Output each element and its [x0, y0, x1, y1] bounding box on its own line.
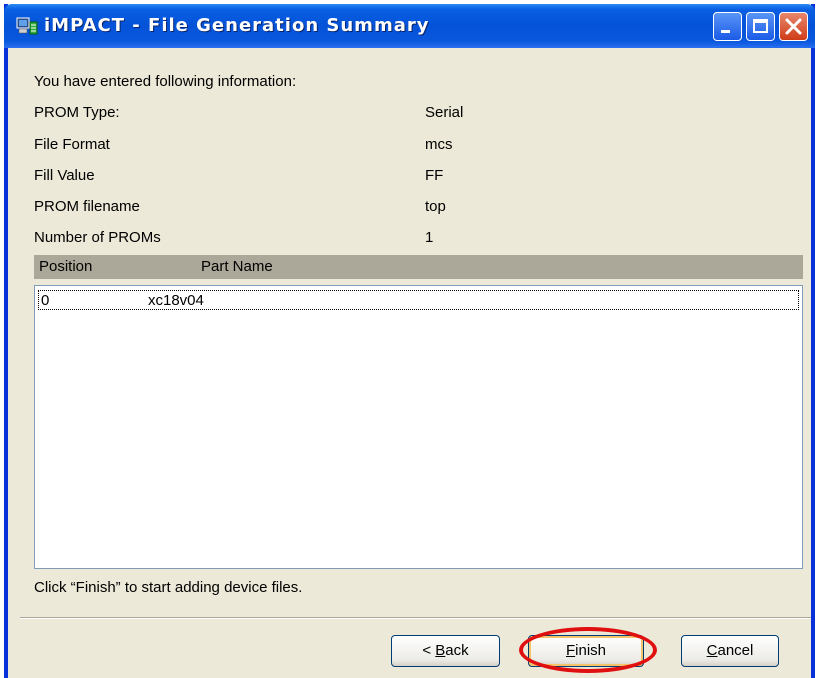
back-button-mnemonic: B	[435, 642, 446, 659]
file-format-label: File Format	[34, 136, 110, 153]
number-of-proms-value: 1	[425, 229, 434, 246]
finish-hint: Click “Finish” to start adding device fi…	[34, 579, 303, 596]
fill-value-value: FF	[425, 167, 444, 184]
footer-divider-highlight	[20, 618, 811, 619]
back-button-prefix: <	[422, 642, 436, 659]
device-list[interactable]: 0 xc18v04	[34, 285, 803, 569]
cancel-button[interactable]: Cancel	[681, 635, 779, 667]
close-icon	[785, 18, 802, 35]
table-row[interactable]: 0 xc18v04	[38, 290, 799, 310]
back-button[interactable]: < Back	[391, 635, 500, 667]
back-button-label: ack	[445, 642, 469, 659]
file-format-value: mcs	[425, 136, 453, 153]
number-of-proms-label: Number of PROMs	[34, 229, 161, 246]
finish-button-label: inish	[575, 642, 607, 659]
prom-type-value: Serial	[425, 104, 464, 121]
window-title: iMPACT - File Generation Summary	[44, 15, 430, 36]
row-part-name: xc18v04	[148, 292, 204, 309]
prom-type-label: PROM Type:	[34, 104, 120, 121]
cancel-button-mnemonic: C	[706, 642, 718, 659]
device-list-header: Position Part Name	[34, 255, 803, 279]
close-button[interactable]	[779, 12, 808, 41]
impact-app-icon	[16, 16, 38, 36]
cancel-button-label: ancel	[717, 642, 754, 659]
summary-intro: You have entered following information:	[34, 73, 297, 90]
maximize-icon	[753, 19, 768, 33]
prom-filename-value: top	[425, 198, 446, 215]
column-header-position[interactable]: Position	[39, 258, 92, 275]
column-header-part-name[interactable]: Part Name	[201, 258, 273, 275]
minimize-icon	[721, 30, 730, 33]
minimize-button[interactable]	[713, 12, 742, 41]
row-position: 0	[41, 292, 50, 309]
finish-button[interactable]: Finish	[528, 635, 644, 667]
maximize-button[interactable]	[746, 12, 775, 41]
fill-value-label: Fill Value	[34, 167, 95, 184]
finish-button-mnemonic: F	[565, 642, 576, 659]
prom-filename-label: PROM filename	[34, 198, 140, 215]
title-bar[interactable]: iMPACT - File Generation Summary	[4, 4, 815, 48]
